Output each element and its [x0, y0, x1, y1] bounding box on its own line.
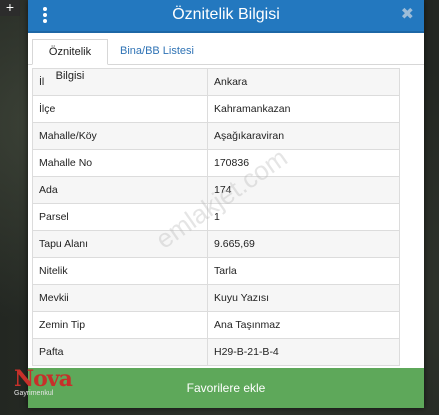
- attribute-row: Mevkii Kuyu Yazısı: [32, 284, 400, 312]
- attribute-value: Aşağıkaraviran: [207, 122, 400, 150]
- attribute-value: 170836: [207, 149, 400, 177]
- attribute-key: İlçe: [32, 95, 208, 123]
- attribute-row: Mahalle No 170836: [32, 149, 400, 177]
- attribute-key: Ada: [32, 176, 208, 204]
- close-icon[interactable]: ✖: [401, 0, 414, 29]
- attribute-value: Kuyu Yazısı: [207, 284, 400, 312]
- attribute-key: Mahalle No: [32, 149, 208, 177]
- attribute-row: Nitelik Tarla: [32, 257, 400, 285]
- tab-attributes[interactable]: Öznitelik Bilgisi: [32, 39, 108, 82]
- attribute-table: İl Ankara İlçe Kahramankazan Mahalle/Köy Aşağ…: [32, 68, 400, 366]
- attribute-value: Ana Taşınmaz: [207, 311, 400, 339]
- attribute-key: Pafta: [32, 338, 208, 366]
- attribute-value: 174: [207, 176, 400, 204]
- attribute-value: H29-B-21-B-4: [207, 338, 400, 366]
- attribute-key: Zemin Tip: [32, 311, 208, 339]
- add-favorites-button[interactable]: Favorilere ekle: [28, 368, 424, 408]
- logo-main-text: Nova: [14, 366, 73, 392]
- attribute-key: Mevkii: [32, 284, 208, 312]
- dialog-title: Öznitelik Bilgisi: [172, 6, 280, 23]
- attribute-key: Tapu Alanı: [32, 230, 208, 258]
- attribute-key: Nitelik: [32, 257, 208, 285]
- attribute-row: Tapu Alanı 9.665,69: [32, 230, 400, 258]
- attribute-row: Pafta H29-B-21-B-4: [32, 338, 400, 366]
- dialog-header: Öznitelik Bilgisi ✖: [28, 0, 424, 33]
- more-vertical-icon[interactable]: [42, 6, 48, 24]
- attribute-row: İl Ankara: [32, 68, 400, 96]
- attribute-value: Ankara: [207, 68, 400, 96]
- attribute-dialog: Öznitelik Bilgisi ✖ Öznitelik Bilgisi Bi…: [28, 0, 424, 408]
- attribute-row: Zemin Tip Ana Taşınmaz: [32, 311, 400, 339]
- attribute-key: Parsel: [32, 203, 208, 231]
- attribute-value: 9.665,69: [207, 230, 400, 258]
- attribute-row: Parsel 1: [32, 203, 400, 231]
- attribute-row: Ada 174: [32, 176, 400, 204]
- nova-logo: Nova Gayrimenkul: [14, 366, 73, 404]
- attribute-row: İlçe Kahramankazan: [32, 95, 400, 123]
- tab-bar: Öznitelik Bilgisi Bina/BB Listesi: [28, 33, 424, 82]
- attribute-key: Mahalle/Köy: [32, 122, 208, 150]
- attribute-value: Tarla: [207, 257, 400, 285]
- tab-building-list[interactable]: Bina/BB Listesi: [112, 39, 202, 65]
- attribute-row: Mahalle/Köy Aşağıkaraviran: [32, 122, 400, 150]
- attribute-value: Kahramankazan: [207, 95, 400, 123]
- map-zoom-control[interactable]: +: [0, 0, 20, 16]
- attribute-value: 1: [207, 203, 400, 231]
